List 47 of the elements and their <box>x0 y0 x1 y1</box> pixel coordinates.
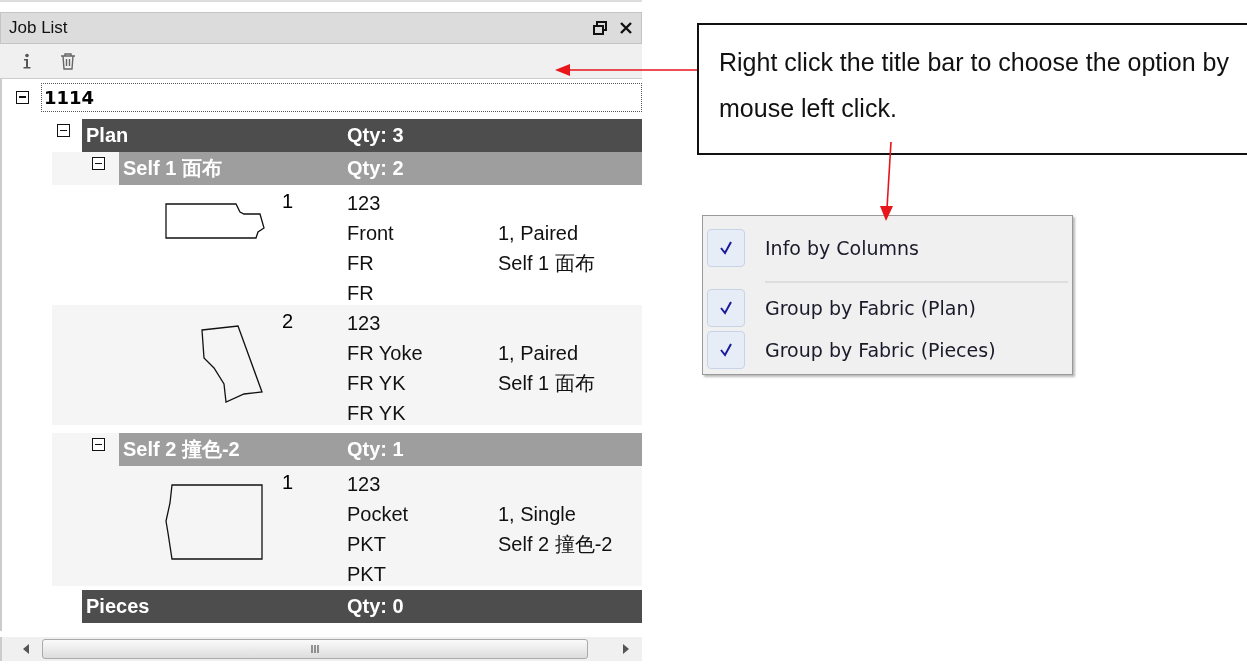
piece-text: FR YK <box>347 401 407 426</box>
tree-node[interactable]: 1114 <box>41 82 642 112</box>
scroll-thumb[interactable] <box>42 639 588 659</box>
piece-row[interactable]: 2 123 FR Yoke FR YK FR YK 1, Paired Self 1 面布 <box>52 305 642 425</box>
group-header[interactable]: Pieces Qty: 0 <box>82 590 642 623</box>
piece-number: 2 <box>282 310 294 332</box>
piece-info: Self 1 面布 <box>498 371 595 396</box>
piece-text: PKT <box>347 532 387 557</box>
piece-info: Self 1 面布 <box>498 251 595 276</box>
menu-item[interactable]: Group by Fabric (Pieces) <box>707 329 1068 371</box>
piece-info: 1, Paired <box>498 341 580 366</box>
trash-icon[interactable] <box>60 52 76 70</box>
piece-text: FR Yoke <box>347 341 424 366</box>
collapse-icon[interactable] <box>57 124 70 137</box>
piece-info: 1, Single <box>498 502 577 527</box>
close-icon[interactable] <box>619 21 633 35</box>
piece-info: 1, Paired <box>498 221 580 246</box>
menu-item[interactable]: Info by Columns <box>707 219 1068 277</box>
piece-text: Front <box>347 221 395 246</box>
piece-text: 123 <box>347 191 382 216</box>
panel-title: Job List <box>9 18 68 38</box>
menu-item[interactable]: Group by Fabric (Plan) <box>707 287 1068 329</box>
piece-info: Self 2 撞色-2 <box>498 532 613 557</box>
info-icon[interactable] <box>22 53 32 69</box>
scroll-right-icon[interactable] <box>622 644 630 654</box>
piece-text: PKT <box>347 562 387 587</box>
piece-text: FR <box>347 251 375 276</box>
scroll-left-icon[interactable] <box>22 644 30 654</box>
collapse-icon[interactable] <box>92 157 105 170</box>
collapse-icon[interactable] <box>92 438 105 451</box>
piece-number: 1 <box>282 471 294 493</box>
check-box[interactable] <box>707 229 745 267</box>
group-header[interactable]: Plan Qty: 3 <box>82 119 642 152</box>
check-box[interactable] <box>707 289 745 327</box>
piece-text: FR YK <box>347 371 407 396</box>
piece-text: Pocket <box>347 502 410 527</box>
collapse-icon[interactable] <box>16 90 29 104</box>
piece-number: 1 <box>282 190 294 212</box>
check-box[interactable] <box>707 331 745 369</box>
piece-text: 123 <box>347 311 382 336</box>
piece-text: FR <box>347 281 375 306</box>
piece-row[interactable]: 1 123 Pocket PKT PKT 1, Single Self 2 撞色-2 <box>52 466 642 586</box>
restore-icon[interactable] <box>593 21 607 35</box>
callout-text: Right click the title bar to choose the option by mouse left click. <box>719 47 1229 124</box>
horizontal-scrollbar[interactable] <box>0 637 642 661</box>
title-bar[interactable]: Job List <box>0 12 642 44</box>
piece-text: 123 <box>347 472 382 497</box>
